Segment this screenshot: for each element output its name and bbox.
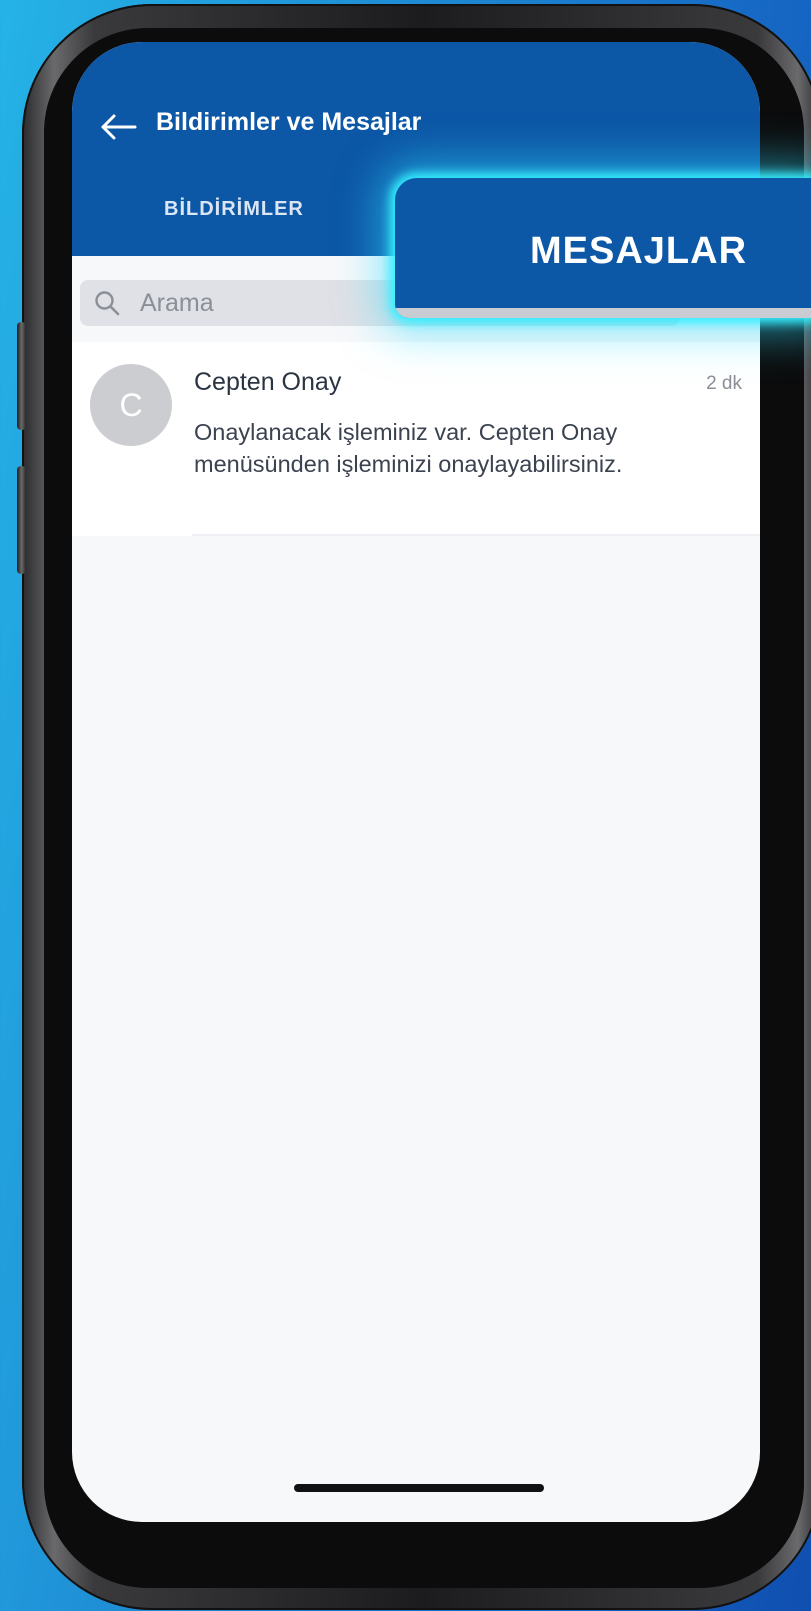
avatar: C [90, 364, 172, 446]
message-preview: Onaylanacak işleminiz var. Cepten Onay m… [194, 419, 623, 477]
search-icon [94, 290, 120, 316]
volume-down-button [17, 466, 26, 574]
tab-messages-label: MESAJLAR [530, 230, 748, 272]
divider [192, 534, 760, 536]
message-time: 2 dk [706, 373, 742, 394]
arrow-left-icon[interactable] [98, 112, 138, 142]
tab-messages[interactable]: MESAJLAR [395, 178, 811, 318]
message-sender: Cepten Onay [194, 368, 342, 396]
tab-notifications[interactable]: BİLDİRİMLER [164, 198, 304, 221]
page-title: Bildirimler ve Mesajlar [156, 108, 422, 136]
mute-switch [17, 322, 26, 430]
tab-selected-indicator [395, 308, 811, 318]
search-placeholder: Arama [140, 289, 214, 317]
list-item[interactable]: C Cepten Onay 2 dk Onaylanacak işleminiz… [72, 342, 760, 536]
home-indicator [294, 1484, 544, 1492]
